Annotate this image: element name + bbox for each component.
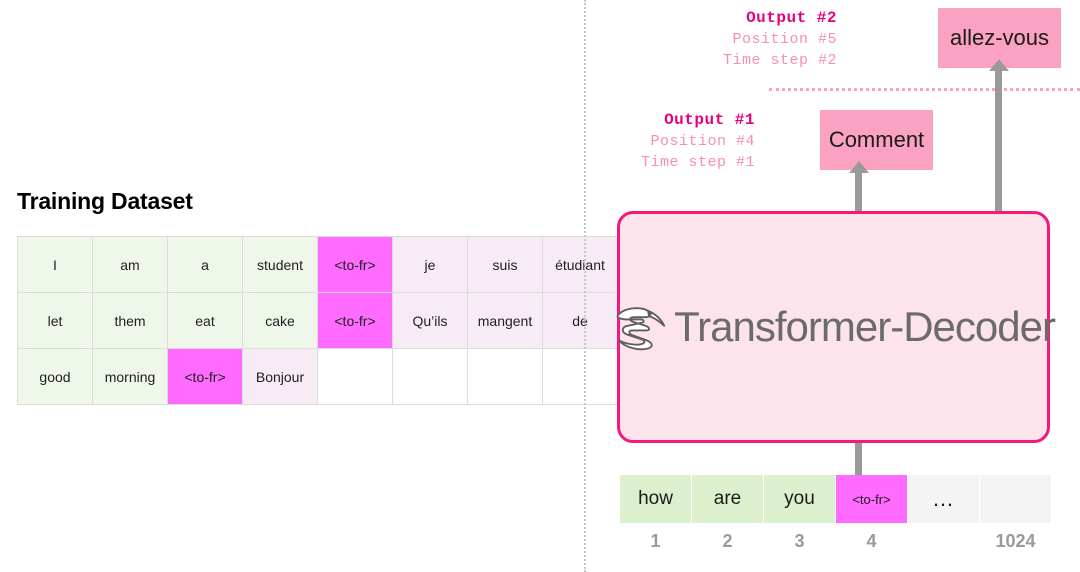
decoder-label: Transformer-Decoder xyxy=(674,303,1056,350)
input-token-row: how are you <to-fr>… xyxy=(620,475,1052,523)
decoder-content: Transformer-Decoder xyxy=(616,214,1056,440)
input-token-cell: … xyxy=(908,475,979,523)
table-row: let them eat cake <to-fr> Qu’ils mangent de xyxy=(17,292,618,349)
transformer-decoder-box: Transformer-Decoder xyxy=(616,211,1056,443)
input-token-cell: <to-fr> xyxy=(836,475,907,523)
training-dataset-panel: Training Dataset Iam a student <to-fr> je sui… xyxy=(0,0,618,572)
output-2-label: Output #2 Position #5 Time step #2 xyxy=(723,8,837,71)
table-cell xyxy=(392,348,468,405)
table-cell: a xyxy=(167,236,243,293)
table-cell: Qu’ils xyxy=(392,292,468,349)
training-dataset-table: Iam a student <to-fr> je suis étudiant let them e… xyxy=(17,236,618,405)
table-cell: I xyxy=(17,236,93,293)
table-cell: cake xyxy=(242,292,318,349)
table-cell xyxy=(317,348,393,405)
output-2-timestep: Time step #2 xyxy=(722,52,837,69)
output-2-position: Position #5 xyxy=(732,31,837,48)
input-token-cell: how xyxy=(620,475,691,523)
time-step-separator xyxy=(769,88,1080,91)
table-cell: Bonjour xyxy=(242,348,318,405)
page-title: Training Dataset xyxy=(17,188,193,214)
output-2-title: Output #2 xyxy=(746,9,837,27)
table-cell: morning xyxy=(92,348,168,405)
input-token-cell: are xyxy=(692,475,763,523)
output-1-label: Output #1 Position #4 Time step #1 xyxy=(641,110,755,173)
table-cell: suis xyxy=(467,236,543,293)
output-1-token-box: Comment xyxy=(820,110,933,170)
position-index-label: 2 xyxy=(722,531,733,551)
arrow-decoder-to-output-1-icon xyxy=(848,161,869,211)
bird-swoosh-logo-icon xyxy=(616,307,666,351)
connector-input-to-decoder xyxy=(855,443,862,475)
table-cell: am xyxy=(92,236,168,293)
input-token-cell xyxy=(980,475,1051,523)
position-index-label xyxy=(908,531,979,552)
output-2-token: allez-vous xyxy=(949,25,1050,50)
table-cell: student xyxy=(242,236,318,293)
position-index-row: 1 2 3 4 1024 xyxy=(620,531,1052,552)
output-1-title: Output #1 xyxy=(664,111,755,129)
input-token-cell: you xyxy=(764,475,835,523)
position-index-label: 3 xyxy=(794,531,805,551)
table-row: good morning <to-fr> Bonjour xyxy=(17,348,618,405)
table-cell: <to-fr> xyxy=(317,236,393,293)
position-index-label: 1024 xyxy=(995,531,1036,551)
table-cell: eat xyxy=(167,292,243,349)
table-cell: je xyxy=(392,236,468,293)
position-index-label: 4 xyxy=(866,531,877,551)
arrow-decoder-to-output-2-icon xyxy=(988,59,1009,211)
table-cell: good xyxy=(17,348,93,405)
position-index-label: 1 xyxy=(650,531,661,551)
table-cell: let xyxy=(17,292,93,349)
table-cell: <to-fr> xyxy=(167,348,243,405)
table-cell: mangent xyxy=(467,292,543,349)
output-1-position: Position #4 xyxy=(650,133,755,150)
table-cell: <to-fr> xyxy=(317,292,393,349)
output-1-token: Comment xyxy=(828,127,925,152)
inference-diagram-panel: Output #2 Position #5 Time step #2 allez… xyxy=(585,0,1080,572)
table-row: Iam a student <to-fr> je suis étudiant xyxy=(17,236,618,293)
table-cell: them xyxy=(92,292,168,349)
table-body: Iam a student <to-fr> je suis étudiant let them e… xyxy=(17,236,618,405)
table-cell xyxy=(467,348,543,405)
output-1-timestep: Time step #1 xyxy=(640,154,755,171)
